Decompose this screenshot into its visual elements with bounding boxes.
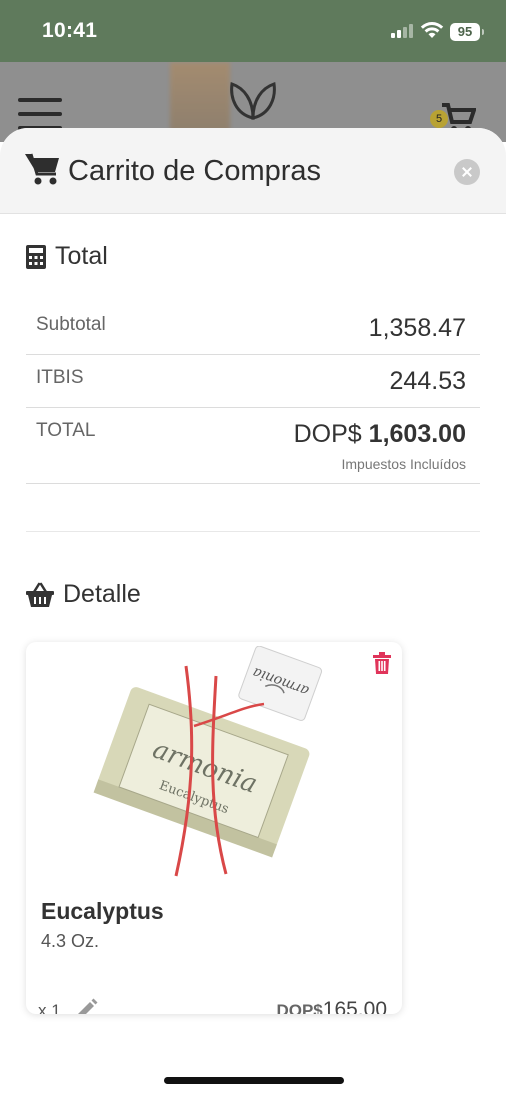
subtotal-row: Subtotal 1,358.47 bbox=[26, 302, 480, 355]
product-name: Eucalyptus bbox=[41, 898, 164, 924]
section-divider bbox=[26, 531, 480, 532]
battery-indicator: 95 bbox=[450, 23, 484, 41]
calculator-icon bbox=[26, 244, 46, 269]
subtotal-value: 1,358.47 bbox=[368, 314, 466, 342]
edit-quantity-icon[interactable] bbox=[76, 998, 98, 1014]
total-amount: 1,603.00 bbox=[368, 420, 466, 448]
total-heading-label: Total bbox=[55, 242, 108, 270]
product-size: 4.3 Oz. bbox=[41, 931, 100, 951]
total-label: TOTAL bbox=[36, 420, 96, 441]
itbis-value: 244.53 bbox=[389, 367, 466, 395]
product-image: armonia Eucalyptus armonia bbox=[93, 646, 323, 877]
cart-count-badge: 5 bbox=[430, 110, 448, 128]
tax-note: Impuestos Incluídos bbox=[341, 456, 466, 472]
leaf-logo-icon bbox=[230, 82, 276, 120]
close-button[interactable] bbox=[454, 159, 480, 185]
cart-item-card: armonia Eucalyptus armonia Eucalyptus 4.… bbox=[26, 642, 402, 1014]
cellular-signal-icon bbox=[391, 24, 413, 38]
status-bar: 10:41 95 bbox=[0, 0, 506, 62]
basket-icon bbox=[26, 582, 54, 607]
product-price: DOP$165.00 bbox=[276, 998, 387, 1014]
delete-item-icon[interactable] bbox=[372, 652, 392, 674]
home-indicator[interactable] bbox=[164, 1077, 344, 1084]
sheet-title: Carrito de Compras bbox=[68, 155, 322, 187]
detail-heading-label: Detalle bbox=[63, 580, 141, 608]
total-value: DOP$ 1,603.00 bbox=[294, 420, 466, 449]
shopping-cart-icon bbox=[25, 153, 59, 185]
subtotal-label: Subtotal bbox=[36, 314, 106, 335]
total-heading: Total bbox=[25, 242, 108, 271]
status-time: 10:41 bbox=[42, 19, 98, 42]
total-currency: DOP$ bbox=[293, 420, 362, 448]
itbis-label: ITBIS bbox=[36, 367, 84, 388]
sheet-header: Carrito de Compras bbox=[0, 128, 506, 214]
wifi-icon bbox=[420, 22, 444, 38]
cart-sheet: Carrito de Compras Total Subtotal 1,358.… bbox=[0, 128, 506, 1095]
total-row: TOTAL DOP$ 1,603.00 Impuestos Incluídos bbox=[26, 408, 480, 484]
product-price-currency: DOP$ bbox=[276, 1001, 323, 1014]
detail-heading: Detalle bbox=[25, 580, 141, 609]
itbis-row: ITBIS 244.53 bbox=[26, 355, 480, 408]
product-quantity: x 1 bbox=[38, 1001, 61, 1014]
product-price-amount: 165.00 bbox=[322, 998, 387, 1014]
